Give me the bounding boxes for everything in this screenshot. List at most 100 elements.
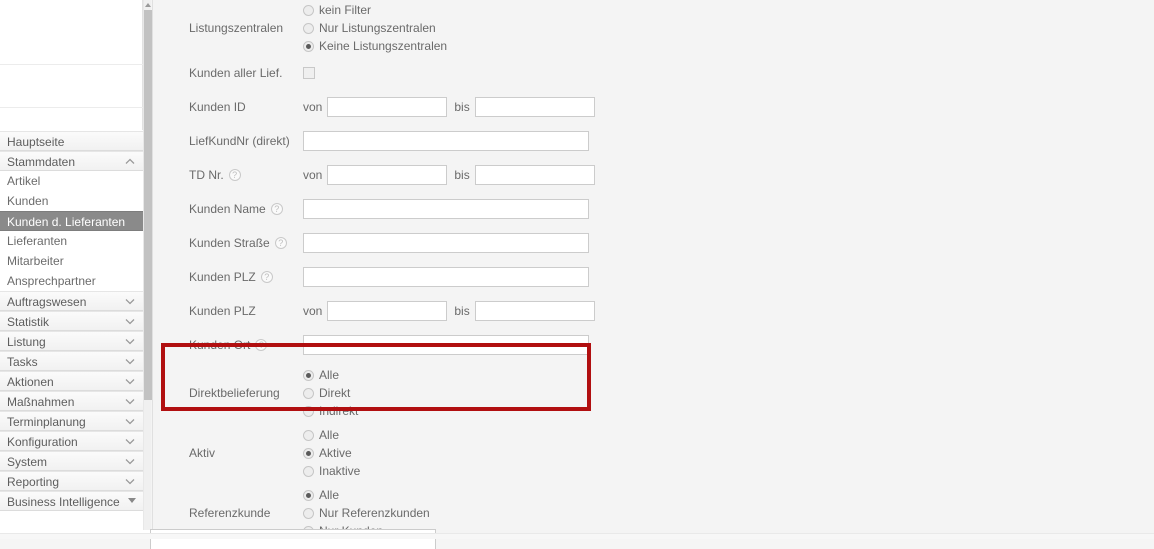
- sidebar-scrollbar-thumb[interactable]: [144, 10, 152, 400]
- radio-icon[interactable]: [303, 4, 314, 16]
- sidebar-item-label: Auftragswesen: [7, 295, 87, 309]
- kunden-plz-von-input[interactable]: [327, 301, 448, 321]
- chevron-down-icon[interactable]: [125, 352, 135, 370]
- radio-option-nur-listungszentralen[interactable]: Nur Listungszentralen: [303, 19, 447, 37]
- help-icon[interactable]: ?: [255, 339, 268, 351]
- help-icon[interactable]: ?: [228, 169, 241, 181]
- radio-icon[interactable]: [303, 405, 314, 417]
- sidebar: Hauptseite Stammdaten Artikel Kunden Kunden …: [0, 0, 152, 539]
- label-text: Kunden Name: [189, 202, 266, 216]
- range-to-label: bis: [454, 100, 470, 114]
- label-aktiv: Aktiv: [153, 446, 303, 460]
- label-text: LiefKundNr (direkt): [189, 134, 290, 148]
- sidebar-item-mitarbeiter[interactable]: Mitarbeiter: [0, 251, 143, 271]
- radio-icon[interactable]: [303, 489, 314, 501]
- chevron-down-icon[interactable]: [125, 372, 135, 390]
- radio-label: Inaktive: [319, 464, 361, 478]
- sidebar-item-statistik[interactable]: Statistik: [0, 311, 143, 331]
- radio-option-referenzkunde-alle[interactable]: Alle: [303, 486, 430, 504]
- kunden-strasse-input[interactable]: [303, 233, 589, 253]
- sidebar-item-reporting[interactable]: Reporting: [0, 471, 143, 491]
- chevron-down-icon[interactable]: [125, 452, 135, 470]
- kunden-id-von-input[interactable]: [327, 97, 448, 117]
- kunden-id-bis-input[interactable]: [474, 97, 595, 117]
- sidebar-item-ansprechpartner[interactable]: Ansprechpartner: [0, 271, 143, 291]
- chevron-down-icon[interactable]: [125, 392, 135, 410]
- radio-group-direktbelieferung: Alle Direkt Indirekt: [303, 364, 358, 422]
- kunden-plz-input[interactable]: [303, 267, 589, 287]
- kunden-plz-bis-input[interactable]: [474, 301, 595, 321]
- label-text: Aktiv: [189, 446, 216, 460]
- help-icon[interactable]: ?: [274, 237, 287, 249]
- sidebar-item-label: Maßnahmen: [7, 395, 75, 409]
- control-kunden-strasse: [303, 233, 1154, 253]
- radio-icon[interactable]: [303, 429, 314, 441]
- label-td-nr: TD Nr. ?: [153, 168, 303, 182]
- control-td-nr: von bis: [303, 165, 1154, 185]
- sidebar-item-aktionen[interactable]: Aktionen: [0, 371, 143, 391]
- sidebar-item-business-intelligence[interactable]: Business Intelligence: [0, 491, 143, 511]
- radio-option-kein-filter[interactable]: kein Filter: [303, 1, 447, 19]
- radio-label: Indirekt: [319, 404, 359, 418]
- radio-icon[interactable]: [303, 40, 314, 52]
- chevron-down-icon[interactable]: [125, 432, 135, 450]
- sidebar-item-ma-nahmen[interactable]: Maßnahmen: [0, 391, 143, 411]
- label-direktbelieferung: Direktbelieferung: [153, 386, 303, 400]
- page-bottom-edge: [0, 533, 1154, 539]
- td-nr-bis-input[interactable]: [474, 165, 595, 185]
- radio-option-direktbelieferung-alle[interactable]: Alle: [303, 366, 358, 384]
- sidebar-item-konfiguration[interactable]: Konfiguration: [0, 431, 143, 451]
- application-window: Hauptseite Stammdaten Artikel Kunden Kunden …: [0, 0, 1154, 549]
- sidebar-item-label: Kunden: [7, 194, 49, 208]
- sidebar-item-auftragswesen[interactable]: Auftragswesen: [0, 291, 143, 311]
- sidebar-item-listung[interactable]: Listung: [0, 331, 143, 351]
- help-icon[interactable]: ?: [270, 203, 283, 215]
- radio-label: Aktive: [319, 446, 352, 460]
- sidebar-item-system[interactable]: System: [0, 451, 143, 471]
- liefkundnr-input[interactable]: [303, 131, 589, 151]
- td-nr-von-input[interactable]: [327, 165, 448, 185]
- radio-icon[interactable]: [303, 387, 314, 399]
- checkbox-kunden-aller-lief[interactable]: [303, 67, 315, 79]
- radio-option-aktiv-alle[interactable]: Alle: [303, 426, 360, 444]
- label-text: Kunden ID: [189, 100, 246, 114]
- bottom-partial-input[interactable]: [150, 529, 436, 549]
- field-row-kunden-ort: Kunden Ort ?: [153, 328, 1154, 362]
- radio-option-nur-referenzkunden[interactable]: Nur Referenzkunden: [303, 504, 430, 522]
- chevron-down-icon[interactable]: [125, 292, 135, 310]
- sidebar-scrollbar[interactable]: [143, 0, 152, 530]
- sidebar-item-hauptseite[interactable]: Hauptseite: [0, 131, 143, 151]
- sidebar-item-label: Mitarbeiter: [7, 254, 64, 268]
- sidebar-item-kunden[interactable]: Kunden: [0, 191, 143, 211]
- scroll-up-arrow-icon[interactable]: [144, 1, 152, 9]
- sidebar-item-lieferanten[interactable]: Lieferanten: [0, 231, 143, 251]
- radio-option-direktbelieferung-direkt[interactable]: Direkt: [303, 384, 358, 402]
- chevron-down-icon[interactable]: [125, 412, 135, 430]
- radio-option-direktbelieferung-indirekt[interactable]: Indirekt: [303, 402, 358, 420]
- radio-option-keine-listungszentralen[interactable]: Keine Listungszentralen: [303, 37, 447, 55]
- radio-icon[interactable]: [303, 465, 314, 477]
- sidebar-item-terminplanung[interactable]: Terminplanung: [0, 411, 143, 431]
- sidebar-item-artikel[interactable]: Artikel: [0, 171, 143, 191]
- radio-icon[interactable]: [303, 22, 314, 34]
- field-row-kunden-aller-lief: Kunden aller Lief.: [153, 56, 1154, 90]
- chevron-down-icon[interactable]: [125, 312, 135, 330]
- radio-icon[interactable]: [303, 369, 314, 381]
- chevron-down-icon[interactable]: [125, 472, 135, 490]
- label-text: Kunden PLZ: [189, 304, 256, 318]
- label-text: TD Nr.: [189, 168, 224, 182]
- sidebar-item-tasks[interactable]: Tasks: [0, 351, 143, 371]
- sidebar-item-stammdaten[interactable]: Stammdaten: [0, 151, 143, 171]
- sidebar-item-kunden-d-lieferanten[interactable]: Kunden d. Lieferanten: [0, 211, 143, 231]
- kunden-ort-input[interactable]: [303, 335, 589, 355]
- sidebar-item-label: Aktionen: [7, 375, 54, 389]
- radio-option-aktiv-inaktive[interactable]: Inaktive: [303, 462, 360, 480]
- radio-icon[interactable]: [303, 447, 314, 459]
- kunden-name-input[interactable]: [303, 199, 589, 219]
- chevron-up-icon[interactable]: [125, 152, 135, 170]
- chevron-down-icon[interactable]: [125, 332, 135, 350]
- scroll-down-arrow-icon[interactable]: [128, 498, 136, 503]
- radio-icon[interactable]: [303, 507, 314, 519]
- help-icon[interactable]: ?: [260, 271, 273, 283]
- radio-option-aktiv-aktive[interactable]: Aktive: [303, 444, 360, 462]
